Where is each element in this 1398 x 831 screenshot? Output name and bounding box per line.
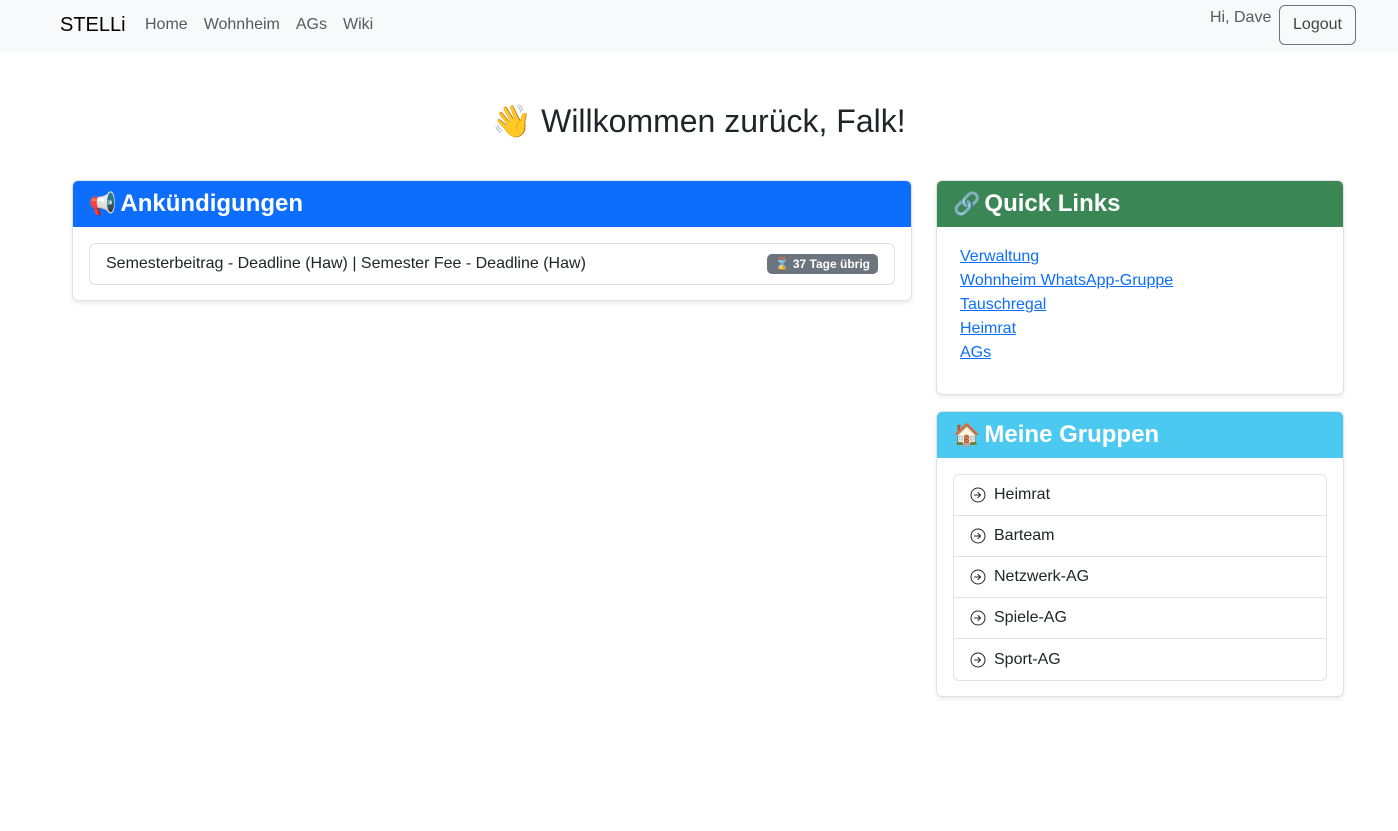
nav-link-wohnheim[interactable]: Wohnheim [196,15,288,35]
quick-links-header: 🔗 Quick Links [937,181,1343,227]
nav-link-ags[interactable]: AGs [288,15,335,35]
group-item-sport-ag[interactable]: Sport-AG [954,639,1326,680]
deadline-badge: ⌛ 37 Tage übrig [766,254,878,274]
quick-link-verwaltung[interactable]: Verwaltung [960,245,1320,269]
groups-title: Meine Gruppen [984,421,1160,448]
announcements-card: 📢 Ankündigungen Semesterbeitrag - Deadli… [72,180,912,301]
page-title: 👋 Willkommen zurück, Falk! [0,100,1398,142]
navbar: STELLi Home Wohnheim AGs Wiki Hi, Dave L… [0,0,1398,53]
welcome-text: Willkommen zurück, Falk! [541,103,906,139]
announcement-item: Semesterbeitrag - Deadline (Haw) | Semes… [89,243,895,285]
quick-links-card: 🔗 Quick Links Verwaltung Wohnheim WhatsA… [936,180,1344,395]
arrow-right-circle-icon [970,652,986,667]
brand-logo[interactable]: STELLi [60,13,126,37]
quick-link-whatsapp-group[interactable]: Wohnheim WhatsApp-Gruppe [960,269,1320,293]
quick-links-list: Verwaltung Wohnheim WhatsApp-Gruppe Taus… [937,227,1343,383]
logout-button[interactable]: Logout [1279,5,1356,45]
group-label: Barteam [994,527,1055,544]
groups-header: 🏠 Meine Gruppen [937,412,1343,458]
group-label: Spiele-AG [994,609,1067,626]
quick-link-heimrat[interactable]: Heimrat [960,317,1320,341]
megaphone-icon: 📢 [89,191,117,216]
announcement-text: Semesterbeitrag - Deadline (Haw) | Semes… [106,255,586,272]
nav-links: Home Wohnheim AGs Wiki [137,15,381,35]
group-item-spiele-ag[interactable]: Spiele-AG [954,598,1326,639]
house-icon: 🏠 [953,422,981,447]
group-label: Netzwerk-AG [994,568,1090,585]
arrow-right-circle-icon [970,487,986,503]
group-item-barteam[interactable]: Barteam [954,516,1326,557]
arrow-right-circle-icon [970,610,986,626]
waving-hand-icon: 👋 [492,103,533,139]
group-item-netzwerk-ag[interactable]: Netzwerk-AG [954,557,1326,598]
arrow-right-circle-icon [970,528,986,544]
group-item-heimrat[interactable]: Heimrat [954,475,1326,516]
group-label: Sport-AG [994,650,1061,668]
quick-links-title: Quick Links [984,190,1121,217]
group-label: Heimrat [994,486,1051,503]
user-greeting: Hi, Dave [1210,9,1272,26]
announcements-header: 📢 Ankündigungen [73,181,911,227]
groups-list: Heimrat Barteam Netzwerk-AG Spiele-AG Sp… [953,474,1327,681]
groups-card: 🏠 Meine Gruppen Heimrat Barteam Netzwerk… [936,411,1344,697]
quick-link-ags[interactable]: AGs [960,341,1320,365]
arrow-right-circle-icon [970,569,986,585]
nav-link-home[interactable]: Home [137,15,196,35]
quick-link-tauschregal[interactable]: Tauschregal [960,293,1320,317]
link-icon: 🔗 [953,191,981,216]
nav-link-wiki[interactable]: Wiki [335,15,381,35]
announcements-title: Ankündigungen [120,190,304,217]
